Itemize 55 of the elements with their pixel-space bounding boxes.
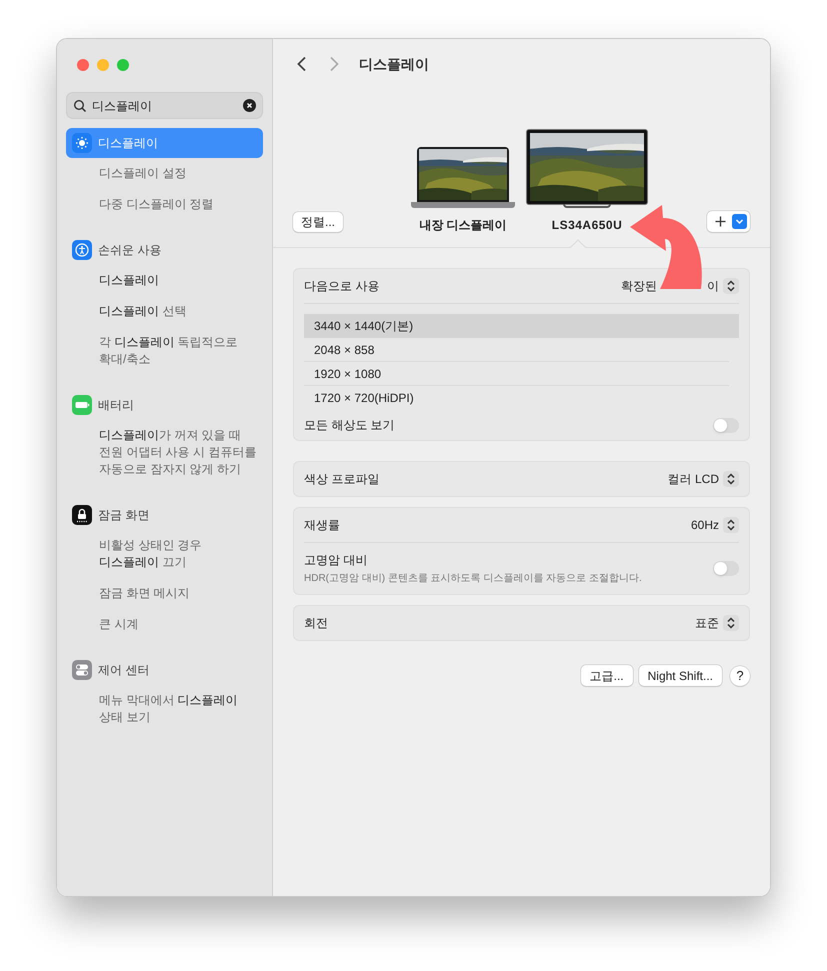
popup-menu[interactable]: 표준 bbox=[695, 614, 739, 632]
sidebar-item[interactable]: 제어 센터 bbox=[66, 655, 263, 685]
stepper-icon[interactable] bbox=[723, 278, 739, 294]
search-result[interactable]: 디스플레이가 꺼져 있을 때 전원 어댑터 사용 시 컴퓨터를 자동으로 잠자지 않게 하기 bbox=[66, 420, 263, 485]
search-icon bbox=[73, 98, 87, 112]
search-result[interactable]: 메뉴 막대에서 디스플레이 상태 보기 bbox=[66, 685, 263, 733]
sidebar-item[interactable]: 배터리 bbox=[66, 390, 263, 420]
sidebar-item[interactable]: 잠금 화면 bbox=[66, 500, 263, 530]
action-button[interactable]: Night Shift... bbox=[638, 665, 722, 686]
sun-icon bbox=[72, 133, 92, 153]
search-result[interactable]: 디스플레이 bbox=[66, 265, 263, 296]
setting-label: 회전 bbox=[304, 615, 328, 632]
stepper-icon[interactable] bbox=[723, 471, 739, 487]
resolution-option[interactable]: 2048 × 858 bbox=[304, 338, 729, 362]
partly-covered-text: 이 bbox=[707, 278, 719, 295]
window-title: 디스플레이 bbox=[359, 54, 429, 74]
plus-icon bbox=[715, 216, 726, 227]
toggles-icon bbox=[72, 660, 92, 680]
clear-icon[interactable] bbox=[243, 99, 256, 112]
search-field[interactable]: 디스플레이 bbox=[66, 92, 263, 119]
stepper-icon[interactable] bbox=[723, 615, 739, 631]
setting-label: 다음으로 사용 bbox=[304, 278, 380, 295]
resolution-option[interactable]: 1920 × 1080 bbox=[304, 362, 729, 386]
battery-icon bbox=[72, 395, 92, 415]
toggle-switch[interactable] bbox=[713, 418, 739, 432]
popup-menu[interactable]: 컬러 LCD bbox=[668, 470, 739, 488]
search-result[interactable]: 디스플레이 선택 bbox=[66, 296, 263, 327]
search-result[interactable]: 비활성 상태인 경우 디스플레이 끄기 bbox=[66, 530, 263, 578]
search-result[interactable]: 다중 디스플레이 정렬 bbox=[66, 189, 263, 220]
setting-label: 재생률 bbox=[304, 517, 340, 534]
setting-description: HDR(고명암 대비) 콘텐츠를 표시하도록 디스플레이를 자동으로 조절합니다. bbox=[304, 572, 642, 586]
arrange-button[interactable]: 정렬... bbox=[293, 212, 344, 232]
sidebar-item[interactable]: 손쉬운 사용 bbox=[66, 235, 263, 265]
setting-label: 고명암 대비 bbox=[304, 552, 368, 569]
partly-covered-text: 확장된 bbox=[621, 278, 657, 295]
search-result[interactable]: 큰 시계 bbox=[66, 609, 263, 640]
stepper-icon[interactable] bbox=[723, 517, 739, 533]
display-option[interactable]: LS34A650U bbox=[527, 130, 648, 234]
search-result[interactable]: 디스플레이 설정 bbox=[66, 158, 263, 189]
action-button[interactable]: 고급... bbox=[580, 665, 633, 686]
setting-label: 색상 프로파일 bbox=[304, 471, 380, 488]
chevron-down-icon bbox=[732, 214, 747, 229]
lock-icon bbox=[72, 505, 92, 525]
add-display-button[interactable] bbox=[707, 211, 750, 232]
popup-menu[interactable]: 60Hz bbox=[690, 516, 739, 534]
resolution-option[interactable]: 1720 × 720(HiDPI) bbox=[304, 386, 739, 410]
toggle-switch[interactable] bbox=[713, 561, 739, 576]
search-result[interactable]: 잠금 화면 메시지 bbox=[66, 578, 263, 609]
setting-label: 모든 해상도 보기 bbox=[304, 417, 395, 434]
accessibility-icon bbox=[72, 240, 92, 260]
display-option[interactable]: 내장 디스플레이 bbox=[411, 147, 516, 234]
search-result[interactable]: 각 디스플레이 독립적으로 확대/축소 bbox=[66, 327, 263, 375]
resolution-option[interactable]: 3440 × 1440(기본) bbox=[304, 314, 739, 338]
popup-menu[interactable]: 확장된 이 bbox=[621, 277, 739, 295]
help-button[interactable]: ? bbox=[730, 666, 750, 686]
